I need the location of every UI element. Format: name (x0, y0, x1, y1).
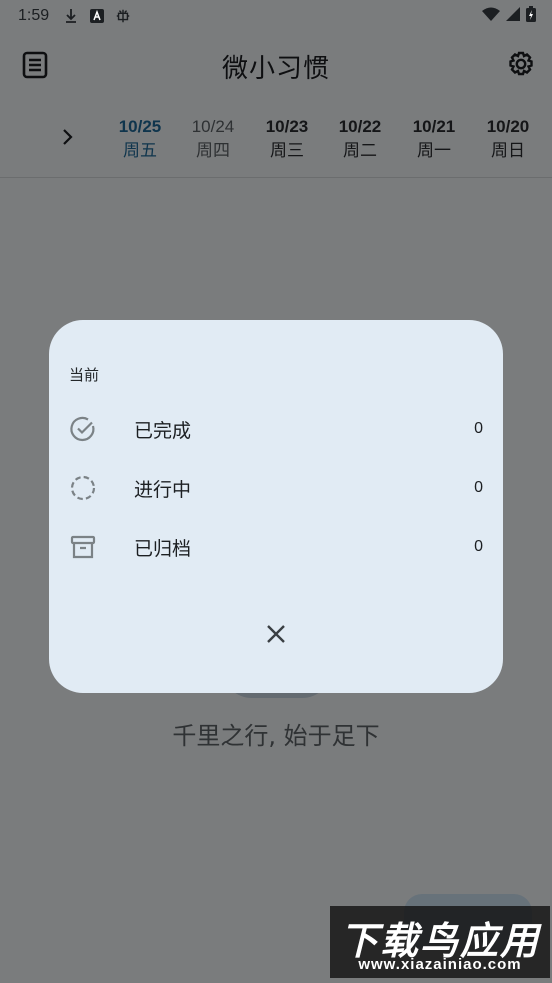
filter-item-archived[interactable]: 已归档 0 (49, 518, 503, 576)
filter-item-count: 0 (474, 538, 483, 555)
filter-item-count: 0 (474, 479, 483, 496)
check-circle-icon (69, 415, 97, 443)
section-title: 当前 (69, 366, 100, 384)
status-time: 1:59 (18, 7, 50, 24)
filter-item-label: 已归档 (134, 537, 192, 560)
watermark-url: www.xiazainiao.com (358, 956, 522, 973)
battery-icon (526, 6, 536, 26)
app-a-icon (89, 8, 105, 24)
status-bar: 1:59 (0, 0, 552, 32)
bug-icon (115, 8, 131, 24)
filter-item-label: 进行中 (134, 478, 192, 501)
filter-item-count: 0 (474, 420, 483, 437)
filter-item-in-progress[interactable]: 进行中 0 (49, 459, 503, 517)
filter-item-completed[interactable]: 已完成 0 (49, 400, 503, 458)
signal-icon (506, 7, 520, 25)
wifi-icon (482, 7, 500, 25)
watermark-logo: 下载鸟应用 www.xiazainiao.com (330, 906, 550, 978)
filter-item-label: 已完成 (134, 419, 192, 442)
archive-icon (69, 533, 97, 561)
habit-filter-dialog: 当前 已完成 0 进行中 0 已归档 0 (49, 320, 503, 693)
close-icon[interactable] (262, 620, 290, 648)
download-icon (63, 8, 79, 24)
dashed-circle-icon (69, 474, 97, 502)
